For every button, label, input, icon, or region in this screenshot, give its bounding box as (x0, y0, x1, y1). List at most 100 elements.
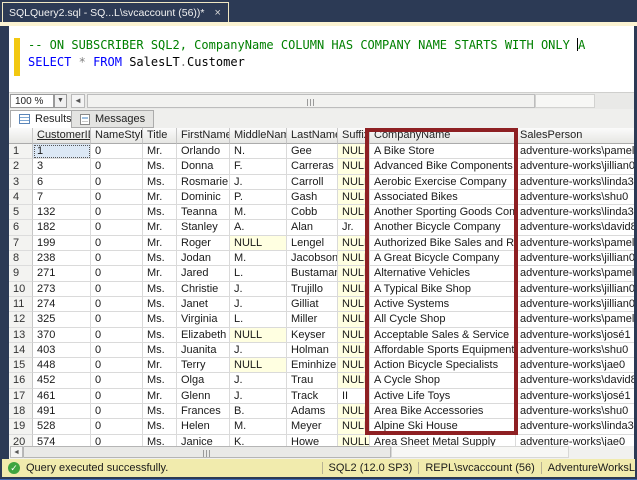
grid-cell[interactable]: adventure-works\pamela0 (516, 266, 634, 281)
grid-cell[interactable]: M. (230, 419, 287, 434)
grid-cell[interactable]: J. (230, 343, 287, 358)
grid-cell[interactable]: 452 (33, 373, 91, 388)
row-number-cell[interactable]: 16 (9, 373, 33, 388)
editor-scrollbar-track[interactable] (535, 94, 595, 108)
grid-cell[interactable]: adventure-works\david8 (516, 373, 634, 388)
grid-cell[interactable]: 271 (33, 266, 91, 281)
grid-cell[interactable]: Holman (287, 343, 338, 358)
grid-cell[interactable]: A Bike Store (370, 144, 516, 159)
grid-cell[interactable]: 274 (33, 297, 91, 312)
grid-cell[interactable]: M. (230, 205, 287, 220)
grid-cell[interactable]: Teanna (177, 205, 230, 220)
zoom-level-combo[interactable]: 100 % (10, 94, 54, 108)
grid-cell[interactable]: NULL (230, 236, 287, 251)
grid-cell[interactable]: Roger (177, 236, 230, 251)
grid-cell[interactable]: Meyer (287, 419, 338, 434)
grid-cell[interactable]: NULL (338, 266, 370, 281)
grid-cell[interactable]: 0 (91, 419, 143, 434)
row-number-cell[interactable]: 15 (9, 358, 33, 373)
grid-cell[interactable]: 0 (91, 205, 143, 220)
grid-cell[interactable]: 7 (33, 190, 91, 205)
grid-cell[interactable]: Ms. (143, 159, 177, 174)
grid-cell[interactable]: A Great Bicycle Company (370, 251, 516, 266)
grid-cell[interactable]: Lengel (287, 236, 338, 251)
grid-cell[interactable]: Mr. (143, 190, 177, 205)
grid-cell[interactable]: adventure-works\pamela0 (516, 312, 634, 327)
grid-cell[interactable]: J. (230, 389, 287, 404)
grid-cell[interactable]: Virginia (177, 312, 230, 327)
grid-cell[interactable]: Alan (287, 220, 338, 235)
grid-cell[interactable]: Gash (287, 190, 338, 205)
row-number-cell[interactable]: 5 (9, 205, 33, 220)
grid-cell[interactable]: Trujillo (287, 282, 338, 297)
row-number-cell[interactable]: 9 (9, 266, 33, 281)
grid-cell[interactable]: Active Life Toys (370, 389, 516, 404)
grid-cell[interactable]: 6 (33, 175, 91, 190)
column-header-middlename[interactable]: MiddleName (230, 128, 287, 144)
grid-cell[interactable]: NULL (338, 236, 370, 251)
grid-cell[interactable]: 0 (91, 435, 143, 446)
grid-cell[interactable]: Track (287, 389, 338, 404)
grid-cell[interactable]: Christie (177, 282, 230, 297)
grid-cell[interactable]: Mr. (143, 389, 177, 404)
grid-cell[interactable]: Elizabeth (177, 328, 230, 343)
column-header-title[interactable]: Title (143, 128, 177, 144)
grid-cell[interactable]: adventure-works\david8 (516, 220, 634, 235)
grid-cell[interactable]: Mr. (143, 220, 177, 235)
grid-cell[interactable]: Ms. (143, 328, 177, 343)
grid-cell[interactable]: NULL (338, 282, 370, 297)
row-number-cell[interactable]: 3 (9, 175, 33, 190)
grid-cell[interactable]: 0 (91, 343, 143, 358)
grid-cell[interactable]: 574 (33, 435, 91, 446)
grid-cell[interactable]: N. (230, 144, 287, 159)
grid-cell[interactable]: NULL (338, 328, 370, 343)
grid-cell[interactable]: 0 (91, 312, 143, 327)
grid-cell[interactable]: 0 (91, 220, 143, 235)
grid-cell[interactable]: adventure-works\shu0 (516, 404, 634, 419)
column-header-customerid[interactable]: CustomerID (33, 128, 91, 144)
grid-cell[interactable]: 182 (33, 220, 91, 235)
grid-cell[interactable]: NULL (338, 190, 370, 205)
document-tab[interactable]: SQLQuery2.sql - SQ...L\svcaccount (56))*… (2, 2, 229, 23)
grid-cell[interactable]: Ms. (143, 205, 177, 220)
grid-cell[interactable]: Jared (177, 266, 230, 281)
grid-cell[interactable]: adventure-works\shu0 (516, 190, 634, 205)
grid-cell[interactable]: 0 (91, 373, 143, 388)
grid-cell[interactable]: 3 (33, 159, 91, 174)
grid-cell[interactable]: Donna (177, 159, 230, 174)
grid-cell[interactable]: Mr. (143, 266, 177, 281)
row-number-cell[interactable]: 4 (9, 190, 33, 205)
grid-cell[interactable]: NULL (338, 159, 370, 174)
grid-cell[interactable]: adventure-works\jae0 (516, 435, 634, 446)
grid-cell[interactable]: NULL (338, 419, 370, 434)
column-header-firstname[interactable]: FirstName (177, 128, 230, 144)
tab-messages[interactable]: Messages (71, 110, 154, 128)
grid-cell[interactable]: Mr. (143, 144, 177, 159)
grid-cell[interactable]: NULL (338, 205, 370, 220)
grid-cell[interactable]: 403 (33, 343, 91, 358)
row-number-cell[interactable]: 8 (9, 251, 33, 266)
grid-cell[interactable]: NULL (338, 373, 370, 388)
grid-cell[interactable]: Eminhizer (287, 358, 338, 373)
grid-cell[interactable]: 0 (91, 175, 143, 190)
row-number-cell[interactable]: 20 (9, 435, 33, 446)
grid-cell[interactable]: 0 (91, 190, 143, 205)
grid-cell[interactable]: Cobb (287, 205, 338, 220)
grid-cell[interactable]: 0 (91, 266, 143, 281)
grid-cell[interactable]: Affordable Sports Equipment (370, 343, 516, 358)
grid-cell[interactable]: adventure-works\linda3 (516, 175, 634, 190)
grid-cell[interactable]: Adams (287, 404, 338, 419)
grid-cell[interactable]: Miller (287, 312, 338, 327)
grid-cell[interactable]: NULL (338, 358, 370, 373)
grid-cell[interactable]: Alpine Ski House (370, 419, 516, 434)
grid-cell[interactable]: B. (230, 404, 287, 419)
grid-cell[interactable]: Frances (177, 404, 230, 419)
grid-cell[interactable]: Ms. (143, 175, 177, 190)
code-line[interactable]: -- ON SUBSCRIBER SQL2, CompanyName COLUM… (28, 37, 585, 54)
zoom-dropdown-icon[interactable]: ▼ (54, 94, 67, 108)
grid-cell[interactable]: Keyser (287, 328, 338, 343)
grid-cell[interactable]: Janice (177, 435, 230, 446)
grid-cell[interactable]: L. (230, 312, 287, 327)
grid-scrollbar-thumb[interactable] (23, 446, 391, 458)
grid-cell[interactable]: Jr. (338, 220, 370, 235)
